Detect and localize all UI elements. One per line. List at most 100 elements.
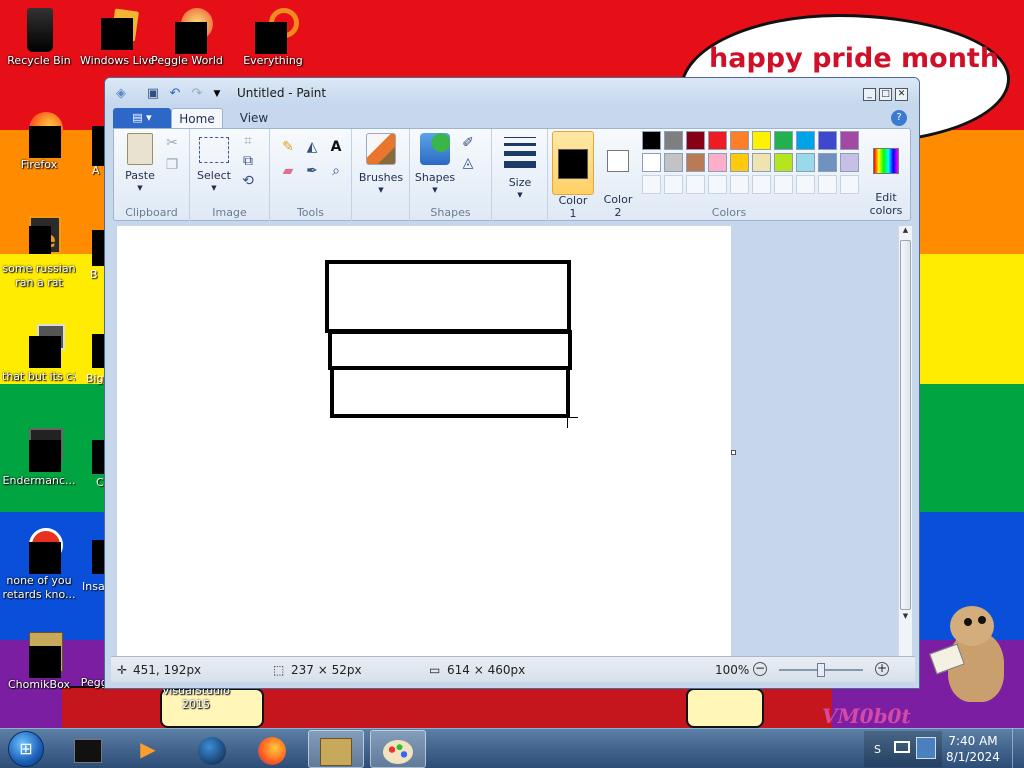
palette-color-swatch[interactable] [708,153,727,172]
undo-icon[interactable]: ↶ [167,86,183,102]
palette-color-swatch[interactable] [796,153,815,172]
palette-custom-swatch[interactable] [774,175,793,194]
size-button[interactable]: Size ▼ [498,133,542,203]
rotate-icon[interactable]: ⟲ [238,171,258,191]
save-icon[interactable]: ▣ [145,86,161,102]
desktop-icon-partial[interactable] [92,540,104,574]
zoom-in-button[interactable]: + [875,662,889,676]
tab-view[interactable]: View [229,108,279,129]
palette-color-swatch[interactable] [730,131,749,150]
palette-color-swatch[interactable] [818,153,837,172]
app-tray-icon[interactable] [916,737,936,759]
brushes-button[interactable]: Brushes ▼ [356,133,406,213]
palette-color-swatch[interactable] [664,131,683,150]
fill-icon[interactable]: ◬ [458,153,478,173]
taskbar-app-media-player[interactable]: ▶ [120,730,176,768]
resize-icon[interactable]: ⧉ [238,151,258,171]
show-desktop-button[interactable] [1012,729,1024,768]
drawing-canvas[interactable] [117,226,731,656]
copy-icon[interactable]: ❐ [162,155,182,175]
palette-custom-swatch[interactable] [664,175,683,194]
fill-bucket-icon[interactable]: ◭ [302,137,322,157]
palette-color-swatch[interactable] [686,153,705,172]
paste-button[interactable]: Paste ▼ [118,133,162,192]
desktop-icon-some-russian[interactable]: e some russian ran a rat [2,214,76,290]
desktop-icon-partial[interactable] [92,440,104,474]
scroll-up-icon[interactable]: ▲ [899,226,912,238]
edit-colors-button[interactable]: Edit colors [866,131,906,217]
desktop-icon-recycle-bin[interactable]: Recycle Bin [2,6,76,68]
customize-toolbar-chevron-icon[interactable]: ▼ [209,86,225,102]
color2-button[interactable]: Color 2 [598,131,638,219]
desktop-icon-partial[interactable] [92,230,104,266]
color1-button[interactable]: Color 1 [552,131,594,220]
scroll-thumb[interactable] [900,240,911,610]
pencil-icon[interactable]: ✎ [278,137,298,157]
shapes-button[interactable]: Shapes ▼ [414,133,456,194]
palette-color-swatch[interactable] [774,153,793,172]
paint-menu-button[interactable]: ▤ ▾ [113,108,171,128]
taskbar-app-chomikbox[interactable] [308,730,364,768]
palette-color-swatch[interactable] [774,131,793,150]
clock[interactable]: 7:40 AM 8/1/2024 [946,733,1000,765]
palette-color-swatch[interactable] [686,131,705,150]
palette-custom-swatch[interactable] [686,175,705,194]
canvas-resize-handle[interactable] [731,450,736,455]
desktop-icon-everything[interactable]: Everything [236,6,310,68]
palette-color-swatch[interactable] [840,131,859,150]
cut-icon[interactable]: ✂ [162,133,182,153]
desktop-icon-windows-live[interactable]: Windows Live [80,6,154,68]
palette-color-swatch[interactable] [752,153,771,172]
maximize-button[interactable]: □ [879,88,892,101]
tab-home[interactable]: Home [171,108,223,129]
taskbar-app-firefox[interactable] [244,730,300,768]
desktop-icon-none-of-you[interactable]: none of you retards kno... [2,526,76,602]
palette-color-swatch[interactable] [796,131,815,150]
network-icon[interactable] [894,741,910,753]
palette-custom-swatch[interactable] [818,175,837,194]
taskbar-app-globe[interactable] [184,730,240,768]
palette-color-swatch[interactable] [840,153,859,172]
redo-icon[interactable]: ↷ [189,86,205,102]
vertical-scrollbar[interactable]: ▲ ▼ [898,226,912,656]
crop-icon[interactable]: ⌗ [238,131,258,151]
palette-color-swatch[interactable] [642,153,661,172]
palette-custom-swatch[interactable] [642,175,661,194]
text-icon[interactable]: A [326,137,346,157]
palette-custom-swatch[interactable] [708,175,727,194]
zoom-slider-thumb[interactable] [817,663,825,677]
palette-color-swatch[interactable] [708,131,727,150]
zoom-slider[interactable] [779,663,863,677]
palette-custom-swatch[interactable] [840,175,859,194]
desktop-icon-chomikbox[interactable]: ChomikBox [2,630,76,692]
color-picker-icon[interactable]: ✒ [302,161,322,181]
taskbar-app-terminal[interactable] [60,730,116,768]
scroll-down-icon[interactable]: ▼ [899,612,912,624]
title-bar[interactable]: ◈ ▣ ↶ ↷ ▼ Untitled - Paint _ □ ✕ [105,78,919,108]
palette-color-swatch[interactable] [752,131,771,150]
outline-icon[interactable]: ✐ [458,133,478,153]
magnifier-icon[interactable]: ⌕ [326,161,346,181]
palette-color-swatch[interactable] [730,153,749,172]
palette-color-swatch[interactable] [818,131,837,150]
start-button[interactable]: ⊞ [8,731,44,767]
desktop-icon-firefox[interactable]: Firefox [2,110,76,172]
zoom-out-button[interactable]: − [753,662,767,676]
palette-color-swatch[interactable] [664,153,683,172]
palette-custom-swatch[interactable] [730,175,749,194]
desktop-icon-endermanc[interactable]: Endermanc... [2,426,76,488]
palette-custom-swatch[interactable] [752,175,771,194]
desktop-icon-peggle-world[interactable]: Peggle World [150,6,224,68]
help-icon[interactable]: ? [891,110,907,126]
minimize-button[interactable]: _ [863,88,876,101]
close-button[interactable]: ✕ [895,88,908,101]
palette-color-swatch[interactable] [642,131,661,150]
select-button[interactable]: Select ▼ [194,137,234,193]
palette-custom-swatch[interactable] [796,175,815,194]
paint-app-icon[interactable]: ◈ [113,86,129,102]
eraser-icon[interactable]: ▰ [278,161,298,181]
taskbar-app-paint[interactable] [370,730,426,768]
desktop-icon-that-but-its-cs[interactable]: that but its c# [2,322,76,384]
desktop-icon-partial[interactable] [92,334,104,368]
desktop-icon-partial[interactable] [92,126,104,166]
